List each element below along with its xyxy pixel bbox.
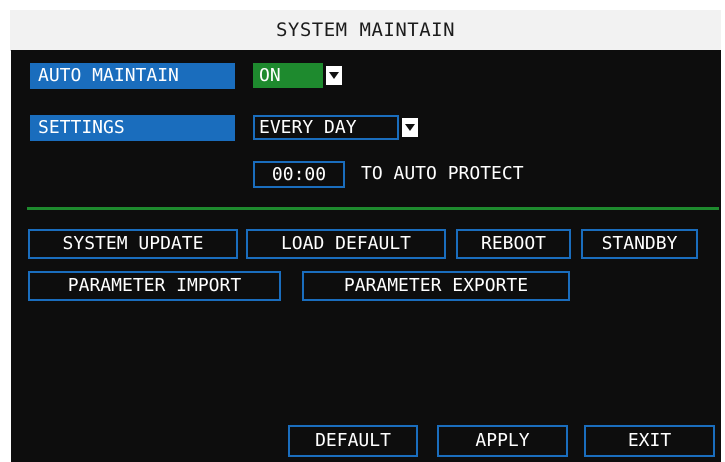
window-title: SYSTEM MAINTAIN: [10, 10, 721, 51]
auto-protect-time-input[interactable]: 00:00: [253, 161, 345, 188]
chevron-down-icon[interactable]: [402, 118, 418, 137]
auto-maintain-label: AUTO MAINTAIN: [30, 63, 235, 89]
section-divider: [27, 207, 719, 210]
standby-button[interactable]: STANDBY: [581, 229, 698, 259]
system-maintain-screen: SYSTEM MAINTAIN AUTO MAINTAIN ON SETTING…: [0, 0, 725, 462]
auto-maintain-value-text: ON: [259, 65, 281, 86]
settings-dropdown[interactable]: EVERY DAY: [253, 115, 421, 140]
exit-button[interactable]: EXIT: [584, 425, 715, 457]
default-button[interactable]: DEFAULT: [288, 425, 418, 457]
chevron-down-icon[interactable]: [326, 66, 342, 85]
settings-value: EVERY DAY: [253, 115, 399, 140]
settings-value-text: EVERY DAY: [259, 117, 357, 138]
settings-label: SETTINGS: [30, 115, 235, 141]
reboot-button[interactable]: REBOOT: [456, 229, 571, 259]
parameter-export-button[interactable]: PARAMETER EXPORTE: [302, 271, 570, 301]
load-default-button[interactable]: LOAD DEFAULT: [246, 229, 446, 259]
auto-protect-caption: TO AUTO PROTECT: [361, 163, 524, 184]
apply-button[interactable]: APPLY: [437, 425, 568, 457]
settings-panel: AUTO MAINTAIN ON SETTINGS EVERY DAY 00:0…: [11, 50, 721, 462]
parameter-import-button[interactable]: PARAMETER IMPORT: [28, 271, 281, 301]
auto-maintain-dropdown[interactable]: ON: [253, 63, 343, 88]
auto-maintain-value: ON: [253, 63, 323, 88]
system-update-button[interactable]: SYSTEM UPDATE: [28, 229, 238, 259]
